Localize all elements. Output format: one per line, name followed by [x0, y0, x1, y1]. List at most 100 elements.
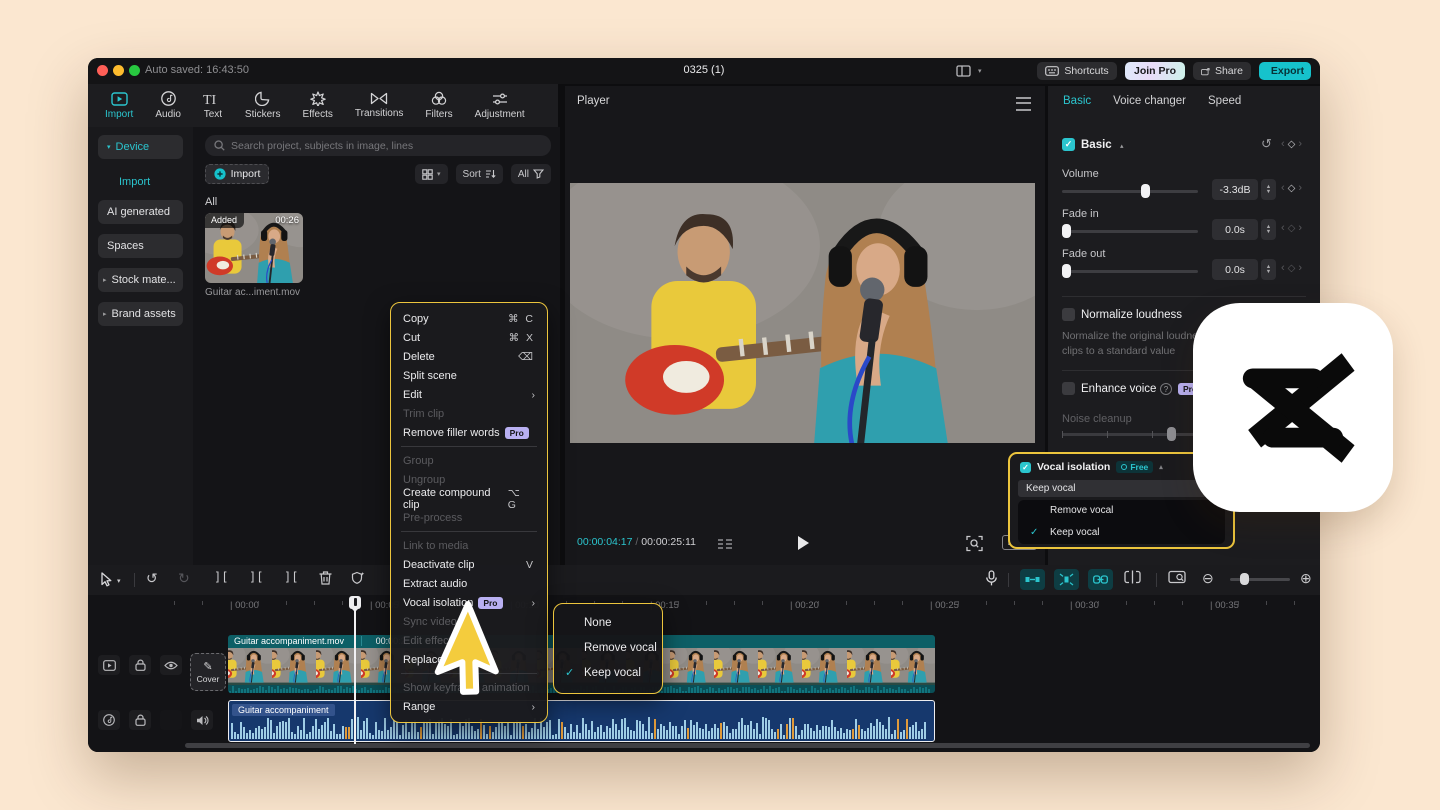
link-clips-toggle[interactable]	[1088, 569, 1113, 590]
submenu-item-keep-vocal[interactable]: ✓ Keep vocal	[554, 661, 662, 686]
volume-slider[interactable]	[1062, 184, 1198, 198]
share-button[interactable]: Share	[1193, 62, 1251, 80]
nav-tab-stickers[interactable]: Stickers	[234, 91, 292, 120]
sidebar-item-spaces[interactable]: Spaces	[98, 234, 183, 258]
basic-section-checkbox[interactable]: ✓	[1062, 138, 1075, 151]
mute-track-icon[interactable]	[191, 710, 213, 730]
nav-tab-adjustment[interactable]: Adjustment	[464, 92, 536, 120]
hide-track-icon[interactable]	[160, 655, 182, 675]
sidebar-item-import[interactable]: Import	[98, 170, 183, 194]
keyframe-nav-fade-out[interactable]: ‹ ◇ ›	[1281, 262, 1302, 274]
enhance-voice-checkbox[interactable]: ✓	[1062, 382, 1075, 395]
hide-track-icon[interactable]	[160, 710, 182, 730]
fade-out-slider[interactable]	[1062, 264, 1198, 278]
select-tool-caret[interactable]: ▾	[117, 577, 121, 585]
redo-button[interactable]: ↻	[178, 570, 190, 587]
nav-tab-filters[interactable]: Filters	[414, 91, 463, 120]
menu-item-delete[interactable]: Delete ⌫	[391, 347, 547, 366]
nav-tab-audio[interactable]: Audio	[144, 91, 192, 120]
zoom-out-button[interactable]: ⊖	[1202, 570, 1214, 587]
menu-item-edit[interactable]: Edit ›	[391, 385, 547, 404]
vocal-isolation-title: Vocal isolation	[1037, 461, 1111, 473]
help-icon[interactable]: ?	[1160, 383, 1172, 395]
smart-mask-button[interactable]	[350, 570, 366, 586]
title-bar: Auto saved: 16:43:50 0325 (1) ▾ Shortcut…	[88, 58, 1320, 84]
timeline-audio-clip[interactable]: Guitar accompaniment	[228, 700, 935, 742]
playhead-line[interactable]	[354, 606, 356, 744]
keyframe-nav-volume[interactable]: ‹ ◇ ›	[1281, 182, 1302, 194]
submenu-item-none[interactable]: None	[554, 611, 662, 636]
cover-button[interactable]: ✎ Cover	[190, 653, 226, 691]
sidebar-item-stock-materials[interactable]: ▸ Stock mate...	[98, 268, 183, 292]
snap-to-start-toggle[interactable]	[1020, 569, 1045, 590]
vocal-option-keep-vocal[interactable]: ✓ Keep vocal	[1018, 522, 1225, 544]
vocal-isolation-checkbox[interactable]: ✓	[1020, 461, 1031, 473]
split-view-button[interactable]	[1124, 570, 1141, 584]
play-button[interactable]	[798, 536, 809, 550]
lock-track-icon[interactable]	[129, 710, 151, 730]
sort-button[interactable]: Sort	[455, 164, 503, 184]
timeline-zoom-slider[interactable]	[1230, 573, 1290, 585]
split-button[interactable]: ][	[249, 570, 263, 584]
menu-item-deactivate-clip[interactable]: Deactivate clip V	[391, 555, 547, 574]
menu-item-split-scene[interactable]: Split scene	[391, 366, 547, 385]
join-pro-button[interactable]: Join Pro	[1125, 62, 1185, 80]
collapse-vocal-icon[interactable]: ▴	[1159, 463, 1163, 471]
volume-value[interactable]: -3.3dB	[1212, 179, 1258, 200]
sidebar-item-ai-generated[interactable]: AI generated	[98, 200, 183, 224]
delete-button[interactable]	[318, 570, 333, 586]
keyframe-nav-fade-in[interactable]: ‹ ◇ ›	[1281, 222, 1302, 234]
export-button[interactable]: Export	[1259, 62, 1311, 80]
sidebar-item-device[interactable]: ▾ Device	[98, 135, 183, 159]
reset-icon[interactable]: ↺	[1261, 136, 1272, 152]
fade-out-stepper[interactable]: ▲ ▼	[1261, 259, 1276, 280]
preview-axis-button[interactable]	[1168, 570, 1186, 584]
timeline-ruler[interactable]: | 00:00| 00:05| 00:10| 00:15| 00:20| 00:…	[88, 595, 1320, 615]
player-title: Player	[577, 95, 610, 107]
vocal-option-remove-vocal[interactable]: Remove vocal	[1018, 500, 1225, 522]
volume-stepper[interactable]: ▲ ▼	[1261, 179, 1276, 200]
video-preview[interactable]	[570, 183, 1035, 443]
menu-item-remove-filler-words[interactable]: Remove filler words Pro	[391, 423, 547, 442]
fade-in-value[interactable]: 0.0s	[1212, 219, 1258, 240]
nav-tab-import[interactable]: Import	[94, 91, 144, 120]
shortcuts-button[interactable]: Shortcuts	[1037, 62, 1117, 80]
select-tool-button[interactable]	[100, 572, 113, 587]
view-mode-button[interactable]: ▾	[415, 164, 448, 184]
search-input[interactable]: Search project, subjects in image, lines	[205, 135, 551, 156]
record-voiceover-button[interactable]	[985, 570, 998, 587]
nav-tab-text[interactable]: TI Text	[192, 92, 234, 120]
sidebar-item-brand-assets[interactable]: ▸ Brand assets	[98, 302, 183, 326]
menu-item-extract-audio[interactable]: Extract audio	[391, 574, 547, 593]
menu-item-create-compound-clip[interactable]: Create compound clip ⌥ G	[391, 487, 547, 511]
split-right-button[interactable]: ][	[284, 570, 298, 584]
nav-tab-effects[interactable]: Effects	[291, 91, 343, 120]
ruler-tick	[342, 601, 343, 605]
vocal-mode-select[interactable]: Keep vocal	[1018, 480, 1225, 497]
menu-item-cut[interactable]: Cut ⌘ X	[391, 328, 547, 347]
lock-track-icon[interactable]	[129, 655, 151, 675]
layout-switch-button[interactable]: ▾	[956, 62, 982, 80]
menu-item-copy[interactable]: Copy ⌘ C	[391, 309, 547, 328]
player-menu-icon[interactable]	[1016, 97, 1031, 111]
auto-snap-toggle[interactable]	[1054, 569, 1079, 590]
nav-tab-transitions[interactable]: Transitions	[344, 92, 415, 119]
import-media-button[interactable]: Import	[205, 164, 269, 184]
keyframe-nav-basic[interactable]: ‹ ◇ ›	[1281, 138, 1302, 150]
tab-speed[interactable]: Speed	[1208, 95, 1241, 107]
submenu-item-remove-vocal[interactable]: Remove vocal	[554, 636, 662, 661]
enhance-voice-label: Enhance voice	[1081, 383, 1157, 395]
collapse-basic-icon[interactable]: ▴	[1120, 142, 1124, 150]
tab-voice-changer[interactable]: Voice changer	[1113, 95, 1186, 107]
filter-button[interactable]: All	[510, 164, 551, 184]
tab-basic[interactable]: Basic	[1063, 95, 1091, 107]
fade-out-value[interactable]: 0.0s	[1212, 259, 1258, 280]
media-clip-thumbnail[interactable]: Added 00:26	[205, 213, 303, 283]
zoom-in-button[interactable]: ⊕	[1300, 570, 1312, 587]
split-left-button[interactable]: ][	[214, 570, 228, 584]
menu-separator	[401, 446, 537, 447]
fade-in-stepper[interactable]: ▲ ▼	[1261, 219, 1276, 240]
fade-in-slider[interactable]	[1062, 224, 1198, 238]
undo-button[interactable]: ↺	[146, 570, 158, 587]
normalize-loudness-checkbox[interactable]: ✓	[1062, 308, 1075, 321]
